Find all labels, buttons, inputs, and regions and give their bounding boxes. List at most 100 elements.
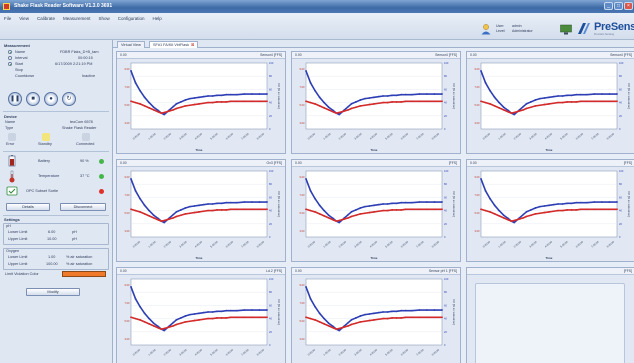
data-point xyxy=(198,211,200,213)
data-point xyxy=(377,95,380,98)
x-tick-label: 3.00.00 xyxy=(178,348,188,357)
minimize-button[interactable]: _ xyxy=(604,2,613,10)
data-point xyxy=(368,313,371,315)
chart-panel[interactable]: 0.00 [FFS] 9.00 7.00 5.00 3.00 100 80 60 40 20 0 O2 … xyxy=(291,159,461,262)
x-tick-label: 4.00.00 xyxy=(369,240,379,249)
user-icon[interactable] xyxy=(480,23,492,35)
menu-measurement[interactable]: Measurement xyxy=(62,15,92,22)
data-point xyxy=(539,104,541,107)
oxygen-upper-value: 100.00 xyxy=(46,262,58,266)
close-button[interactable]: × xyxy=(624,2,633,10)
maximize-button[interactable]: □ xyxy=(614,2,623,10)
y-axis-label: O2 [% air saturation] xyxy=(452,299,456,325)
data-point xyxy=(225,101,228,103)
chart-panel[interactable]: [FFS] xyxy=(466,267,634,363)
disconnect-button[interactable]: Disconnect xyxy=(60,203,106,211)
x-tick-label: 1.00.00 xyxy=(147,348,157,357)
y-right-tick-label: 20 xyxy=(619,114,622,118)
data-point xyxy=(410,316,413,319)
data-point xyxy=(342,110,345,113)
stop-button[interactable]: ■ xyxy=(26,92,40,106)
data-point xyxy=(229,201,232,204)
menu-file[interactable]: File xyxy=(3,15,12,22)
y-right-tick-label: 100 xyxy=(619,169,624,173)
y-right-tick-label: 0 xyxy=(444,343,446,347)
chart-panel[interactable]: 0.00 Sensor4 [FFS] 9.00 7.00 5.00 3.00 100 80 60… xyxy=(466,51,634,154)
y-axis-label: O2 [% air saturation] xyxy=(627,83,631,109)
plot-area xyxy=(305,278,443,346)
chart-panel[interactable]: 0.00 Ld.2 [FFS] 9.00 7.00 5.00 3.00 100 80 60 40 2… xyxy=(116,267,286,363)
menu-calibrate[interactable]: Calibrate xyxy=(36,15,56,22)
data-point xyxy=(323,101,326,104)
data-point xyxy=(225,201,228,204)
data-point xyxy=(314,89,316,92)
battery-status-dot xyxy=(99,159,104,164)
menu-configuration[interactable]: Configuration xyxy=(117,15,146,22)
data-point xyxy=(347,105,350,108)
data-point xyxy=(368,97,371,99)
data-point xyxy=(347,216,350,219)
y-right-tick-label: 60 xyxy=(269,87,272,91)
data-point xyxy=(314,319,316,321)
name-value: FDBR Flaks_D+B_tam xyxy=(60,50,99,54)
divider xyxy=(3,215,109,216)
line-chart: 9.00 7.00 5.00 3.00 100 80 60 40 20 0 O2 [% air sa… xyxy=(124,169,281,260)
chart-panel[interactable]: 0.00 Sensor4 [FFS] 9.00 7.00 5.00 3.00 100 80 60… xyxy=(116,51,286,154)
chart-panel[interactable]: 0.00 [FFS] 9.00 7.00 5.00 3.00 100 80 60 40 20 0 O2 … xyxy=(466,159,634,262)
x-tick-label: 0.00.00 xyxy=(482,132,492,141)
data-point xyxy=(608,208,611,211)
data-point xyxy=(179,101,182,103)
data-point xyxy=(172,324,175,327)
data-point xyxy=(600,93,603,95)
tab-flask[interactable]: SF#1 FA/Kit VirtFlask ⊠ xyxy=(149,41,199,48)
data-point xyxy=(179,106,182,109)
chart-panel[interactable]: 0.00 Sensor pH 1 [FFS] 9.00 7.00 5.00 3.00 100… xyxy=(291,267,461,363)
data-point xyxy=(305,70,307,72)
x-tick-label: 0.00.00 xyxy=(132,348,142,357)
y-right-tick-label: 60 xyxy=(444,303,447,307)
menu-show[interactable]: Show xyxy=(97,15,110,22)
plot-area xyxy=(480,62,618,130)
name-radio[interactable] xyxy=(8,50,12,54)
menu-help[interactable]: Help xyxy=(152,15,163,22)
chart-panel[interactable]: 0.00 Sensor4 [FFS] 9.00 7.00 5.00 3.00 100 80 60… xyxy=(291,51,461,154)
close-tab-icon[interactable]: ⊠ xyxy=(191,43,194,47)
record-button[interactable]: ● xyxy=(44,92,58,106)
data-point xyxy=(498,209,501,212)
menu-view[interactable]: View xyxy=(18,15,30,22)
data-point xyxy=(309,81,312,84)
pause-button[interactable]: ❚❚ xyxy=(8,92,22,106)
start-radio[interactable] xyxy=(8,62,12,66)
data-point xyxy=(608,93,611,95)
data-point xyxy=(202,318,205,321)
y-left-tick-label: 9.00 xyxy=(299,67,305,71)
y-left-tick-label: 9.00 xyxy=(124,67,130,71)
data-point xyxy=(305,208,307,211)
x-tick-label: 6.00.00 xyxy=(575,240,585,249)
data-point xyxy=(266,100,268,103)
interval-radio[interactable] xyxy=(8,56,12,60)
x-tick-label: 0.00.00 xyxy=(307,240,317,249)
data-point xyxy=(220,94,223,97)
data-point xyxy=(377,102,380,105)
y-left-tick-label: 7.00 xyxy=(124,301,130,305)
x-tick-label: 0.00.00 xyxy=(132,240,142,249)
screen-icon[interactable] xyxy=(560,24,572,35)
y-right-tick-label: 0 xyxy=(619,235,621,239)
data-point xyxy=(235,309,238,312)
refresh-button[interactable]: ↻ xyxy=(62,92,76,106)
y-right-tick-label: 100 xyxy=(269,61,274,65)
ph-lower-value: 6.00 xyxy=(48,230,56,234)
limit-color-swatch[interactable] xyxy=(62,271,106,277)
data-point xyxy=(507,110,510,113)
data-point xyxy=(543,97,546,99)
modify-button[interactable]: Modify xyxy=(26,288,80,296)
refresh-icon: ↻ xyxy=(66,96,72,102)
data-point xyxy=(579,208,582,211)
data-point xyxy=(498,106,501,109)
chart-panel[interactable]: 0.00 Ox3 [FFS] 9.00 7.00 5.00 3.00 100 80 60 40 20… xyxy=(116,159,286,262)
data-point xyxy=(373,204,375,207)
tab-virtual-view[interactable]: Virtual View xyxy=(117,41,145,48)
y-left-tick-label: 9.00 xyxy=(474,175,480,179)
details-button[interactable]: Details xyxy=(6,203,50,211)
